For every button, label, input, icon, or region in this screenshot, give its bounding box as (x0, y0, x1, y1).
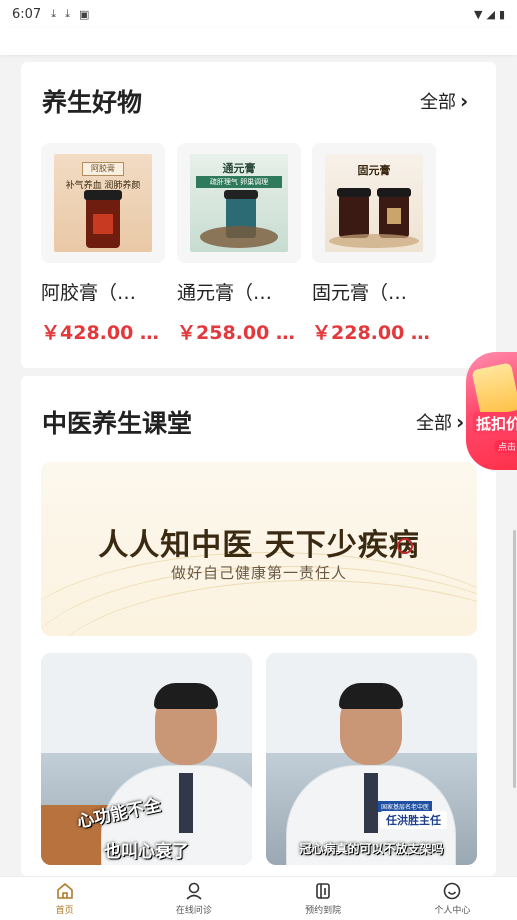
profile-icon (444, 882, 461, 900)
video-caption: 也叫心衰了 (104, 842, 189, 862)
see-all-label: 全部 (416, 413, 452, 434)
nav-home[interactable]: 首页 (0, 877, 129, 920)
coupon-icon (471, 362, 517, 418)
bottom-nav: 首页 在线问诊 预约到院 个人中心 (0, 876, 517, 920)
video-background (41, 653, 252, 753)
banner-subline: 做好自己健康第一责任人 (170, 564, 347, 582)
product-name: 通元膏（… (177, 282, 273, 304)
product-name: 固元膏（… (312, 282, 408, 304)
product-jar (377, 188, 411, 238)
appointment-icon (316, 883, 330, 899)
chevron-right-icon: › (456, 410, 465, 434)
product-price: ￥258.00 … (177, 322, 295, 344)
promo-float-badge[interactable]: 抵扣价 点击 (466, 352, 517, 470)
promo-badge-text: 抵扣价 (473, 412, 517, 435)
product-image: 固元膏 (325, 154, 423, 252)
top-header (0, 28, 517, 55)
nav-label: 在线问诊 (175, 906, 212, 916)
product-price: ￥428.00 … (41, 322, 159, 344)
goods-see-all-button[interactable]: 全部 › (420, 88, 468, 114)
nav-label: 个人中心 (434, 906, 471, 916)
video-person-tie (364, 773, 378, 833)
download-icon: ⤓ (51, 7, 57, 20)
classroom-banner[interactable]: 人人知中医 天下少疾病 做好自己健康第一责任人 (41, 462, 477, 636)
nav-label: 首页 (55, 906, 74, 916)
seal-icon (397, 538, 413, 554)
product-label: 通元膏 (222, 162, 256, 175)
nav-appointment[interactable]: 预约到院 (259, 877, 388, 920)
home-icon (56, 883, 73, 899)
product-thumb: 固元膏 (312, 143, 436, 263)
product-price: ￥228.00 … (312, 322, 430, 344)
classroom-see-all-button[interactable]: 全部 › (416, 409, 464, 435)
product-label: 固元膏 (357, 164, 391, 177)
product-image: 阿胶膏 补气养血 润肺养颜 (54, 154, 152, 252)
video-person-hair (339, 683, 403, 709)
scrollbar[interactable] (513, 530, 516, 788)
promo-badge-sub: 点击 (494, 440, 517, 453)
status-time: 6:07 (12, 6, 42, 22)
product-card[interactable]: 阿胶膏 补气养血 润肺养颜 阿胶膏（… ￥428.00 … (41, 143, 165, 345)
goods-title: 养生好物 (42, 88, 143, 117)
see-all-label: 全部 (420, 92, 456, 113)
product-slogan: 疏肝理气 卵巢调理 (196, 176, 282, 188)
product-jar (84, 190, 122, 248)
video-card[interactable]: 国家基层名老中医 任洪胜主任 冠心病真的可以不放支架吗 (266, 653, 477, 865)
nav-label: 预约到院 (305, 906, 342, 916)
video-card[interactable]: 心功能不全 也叫心衰了 (41, 653, 252, 865)
wifi-icon: ▼ (474, 7, 483, 21)
download-icon: ⤓ (65, 7, 70, 20)
product-card[interactable]: 通元膏 疏肝理气 卵巢调理 通元膏（… ￥258.00 … (177, 143, 301, 345)
nav-profile[interactable]: 个人中心 (388, 877, 517, 920)
product-thumb: 阿胶膏 补气养血 润肺养颜 (41, 143, 165, 263)
goods-section: 养生好物 全部 › 阿胶膏 补气养血 润肺养颜 阿胶膏（… ￥428.00 … … (21, 62, 496, 368)
product-label: 阿胶膏 (82, 162, 124, 176)
signal-icon: ◢ (486, 7, 495, 21)
product-card[interactable]: 固元膏 固元膏（… ￥228.00 … (312, 143, 436, 345)
product-name: 阿胶膏（… (41, 282, 137, 304)
classroom-section: 中医养生课堂 全部 › 人人知中医 天下少疾病 做好自己健康第一责任人 心功能不… (21, 376, 496, 876)
notification-icon: ▣ (78, 7, 90, 21)
video-caption: 冠心病真的可以不放支架吗 (299, 842, 444, 856)
status-bar: 6:07 ⤓ ⤓ ▣ ▼ ◢ ▮ (0, 0, 517, 28)
chevron-right-icon: › (460, 89, 469, 113)
product-thumb: 通元膏 疏肝理气 卵巢调理 (177, 143, 301, 263)
battery-icon: ▮ (498, 7, 505, 21)
status-icons: ▼ ◢ ▮ (474, 8, 505, 21)
video-person-hair (154, 683, 218, 709)
nav-consult[interactable]: 在线问诊 (129, 877, 258, 920)
consult-icon (186, 882, 202, 900)
video-tag-name: 任洪胜主任 (380, 811, 447, 829)
classroom-title: 中医养生课堂 (42, 409, 193, 438)
product-jar (337, 188, 371, 238)
product-image: 通元膏 疏肝理气 卵巢调理 (190, 154, 288, 252)
